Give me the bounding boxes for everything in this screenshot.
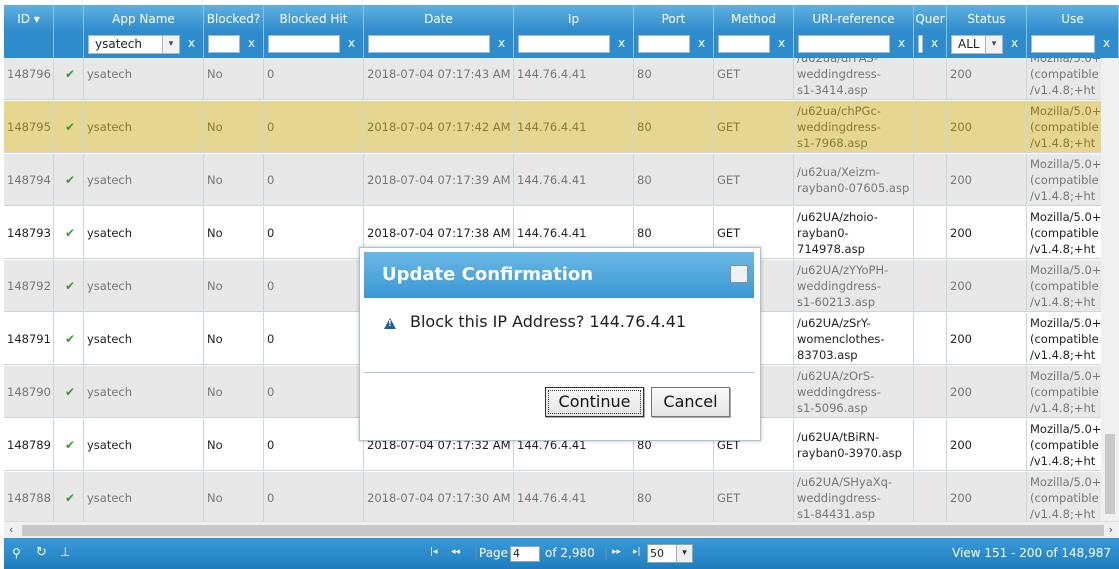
update-confirmation-dialog: Update Confirmation Block this IP Addres… — [359, 247, 761, 441]
continue-button[interactable]: Continue — [545, 387, 644, 417]
modal-overlay: Update Confirmation Block this IP Addres… — [0, 0, 1119, 569]
warning-icon — [384, 318, 396, 329]
dialog-message: Block this IP Address? 144.76.4.41 — [410, 312, 687, 331]
close-icon[interactable] — [730, 265, 748, 283]
cancel-button[interactable]: Cancel — [651, 387, 730, 417]
dialog-title-bar[interactable]: Update Confirmation — [364, 252, 754, 298]
dialog-title: Update Confirmation — [382, 264, 594, 285]
dialog-divider — [364, 372, 754, 373]
